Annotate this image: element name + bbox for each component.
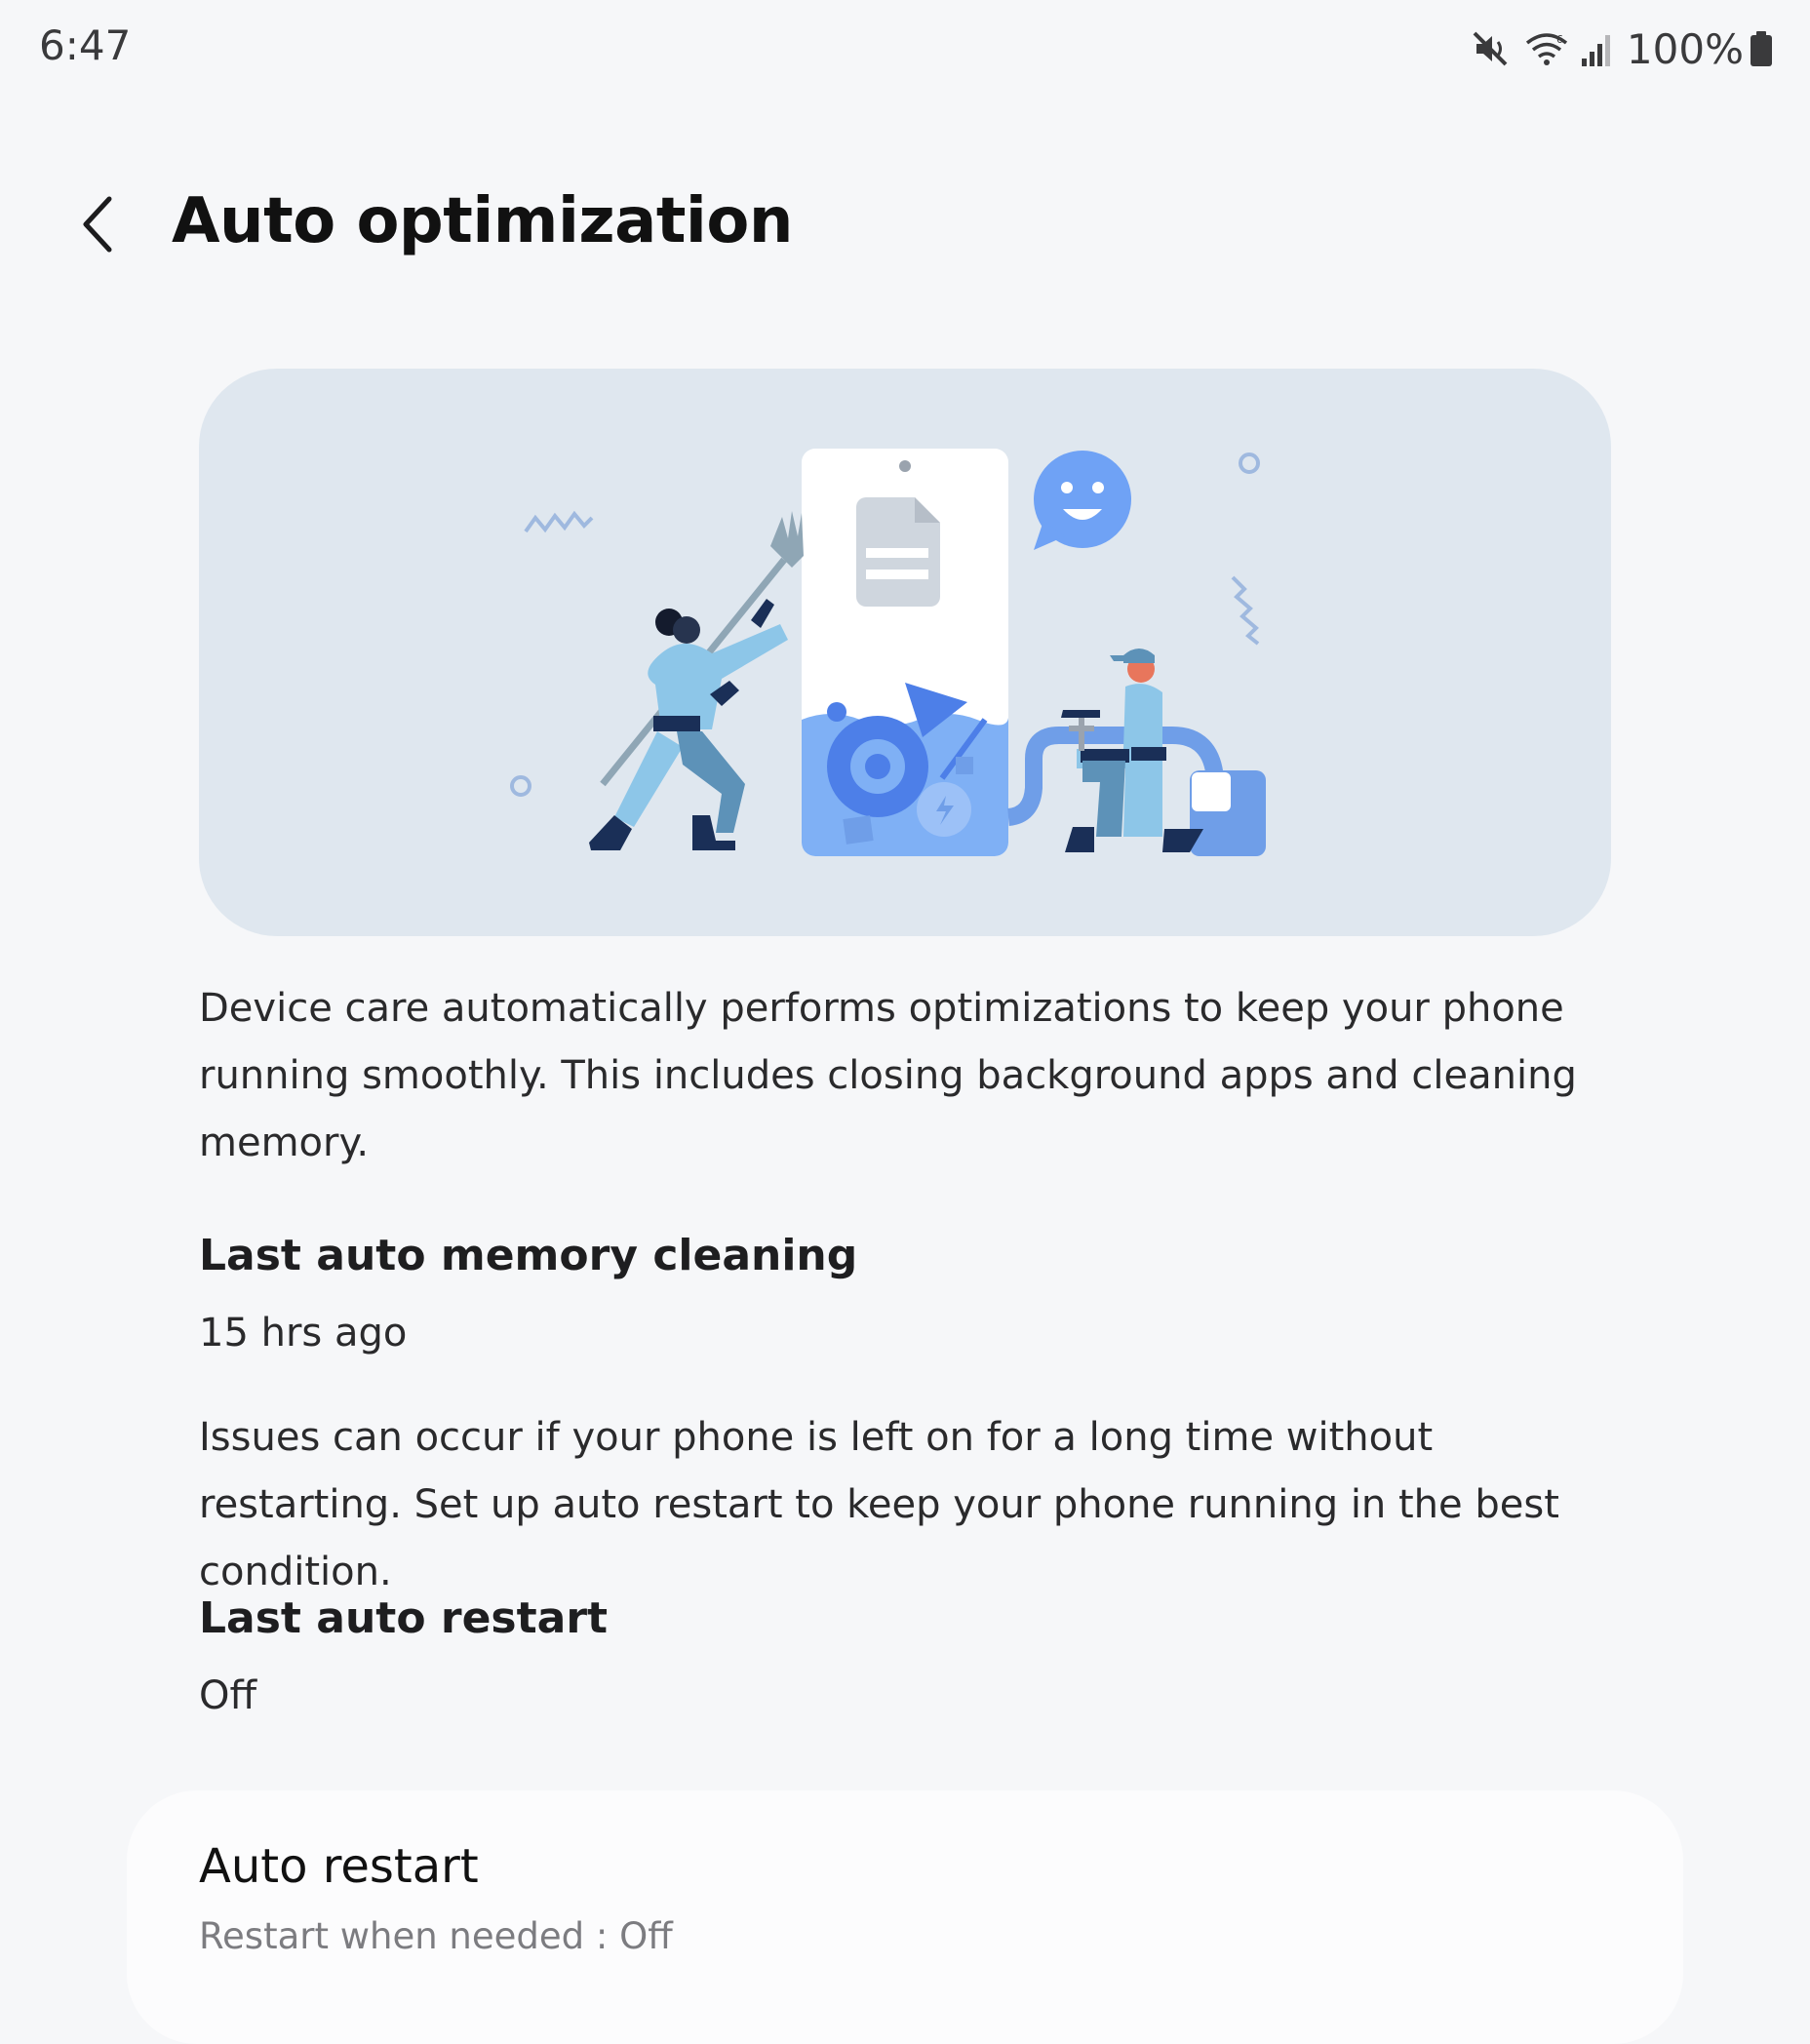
memory-cleaning-title: Last auto memory cleaning [199,1231,858,1280]
worker-left [589,511,804,850]
last-restart-value: Off [199,1673,257,1718]
smiley-bubble [1034,451,1131,550]
device-care-illustration [510,449,1266,856]
circle-right [1239,452,1260,474]
zigzag-right [1231,575,1260,646]
app-bar: Auto optimization [0,176,1810,273]
chevron-left-icon [83,196,112,253]
worker-plumber [1061,649,1203,852]
page-title: Auto optimization [172,185,793,257]
auto-restart-subtitle: Restart when needed : Off [199,1915,673,1957]
svg-text:6: 6 [1556,33,1563,46]
zigzag-left [524,510,594,533]
wifi-icon: 6 [1523,29,1570,68]
last-restart-title: Last auto restart [199,1593,609,1643]
back-button[interactable] [62,187,133,261]
battery-percent: 100% [1626,24,1744,73]
memory-cleaning-value: 15 hrs ago [199,1311,408,1356]
auto-restart-title: Auto restart [199,1839,479,1894]
battery-icon [1750,29,1773,68]
mute-icon [1471,29,1510,68]
signal-icon [1580,29,1615,68]
auto-restart-item[interactable]: Auto restart Restart when needed : Off [127,1790,1683,2044]
hero-illustration-card [199,369,1611,936]
status-time: 6:47 [39,21,132,69]
status-bar: 6:47 6 100% [0,0,1810,98]
status-icons: 6 100% [1471,21,1773,76]
optimization-description: Device care automatically performs optim… [199,986,1577,1165]
restart-description: Issues can occur if your phone is left o… [199,1415,1559,1594]
circle-left [510,775,531,797]
phone-graphic [802,449,1008,856]
